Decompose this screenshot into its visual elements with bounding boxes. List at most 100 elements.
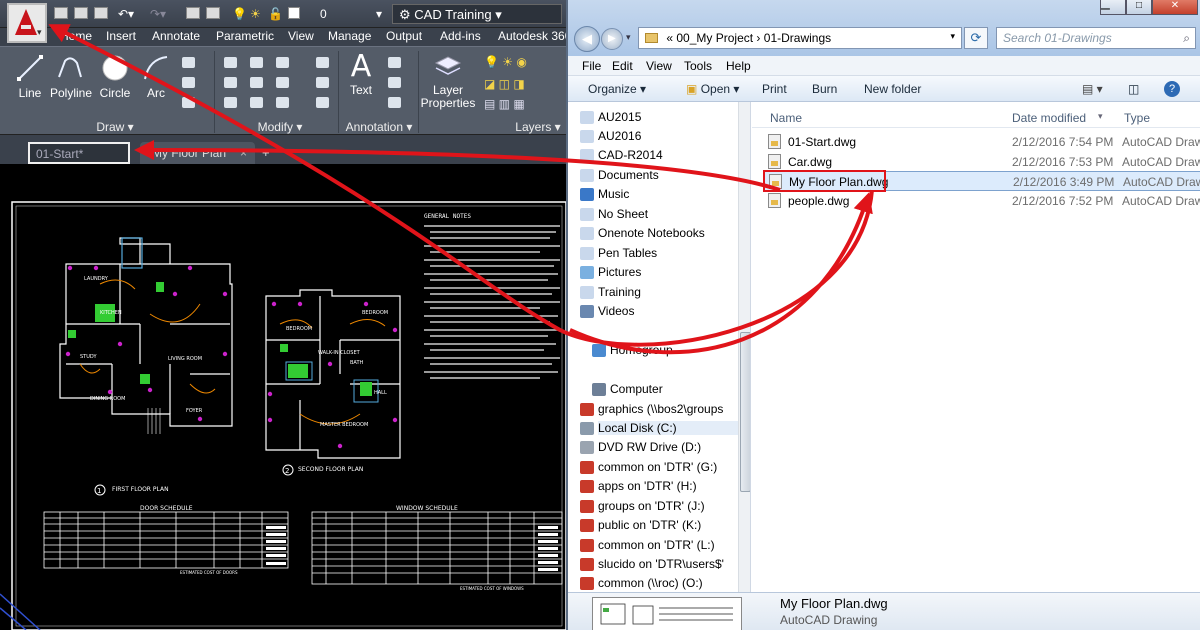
menu-tools[interactable]: Tools — [684, 59, 712, 73]
breadcrumb-my-project[interactable]: 00_My Project — [676, 31, 753, 45]
panel-modify[interactable]: Modify ▾ — [240, 120, 320, 135]
mirror-icon[interactable] — [250, 77, 263, 88]
view-options-icon[interactable]: ▤ ▾ — [1082, 82, 1103, 96]
new-folder-button[interactable]: New folder — [864, 82, 921, 96]
open-icon[interactable] — [74, 7, 88, 19]
rectangle-icon[interactable] — [182, 57, 195, 68]
move-icon[interactable] — [224, 57, 237, 68]
chevron-down-icon[interactable]: ▾ — [950, 31, 955, 42]
breadcrumb-drawings[interactable]: 01-Drawings — [764, 31, 831, 45]
fillet-icon[interactable] — [276, 77, 289, 88]
dimension-icon[interactable] — [388, 57, 401, 68]
nav-item[interactable]: AU2016 — [580, 129, 641, 143]
drawing-canvas[interactable]: LAUNDRY KITCHEN LIVING ROOM STUDY DINING… — [0, 164, 566, 630]
menu-help[interactable]: Help — [726, 59, 751, 73]
nav-item[interactable]: common on 'DTR' (L:) — [580, 538, 715, 552]
layer-properties-tool[interactable]: Layer Properties — [420, 51, 476, 110]
workspace-dropdown[interactable]: ⚙ CAD Training ▾ — [392, 4, 562, 24]
nav-item[interactable]: graphics (\\bos2\groups — [580, 402, 723, 416]
nav-item[interactable]: Pictures — [580, 265, 641, 279]
nav-item[interactable]: Homegroup — [592, 343, 673, 357]
maximize-button[interactable]: □ — [1126, 0, 1152, 15]
nav-item[interactable]: slucido on 'DTR\users$' — [580, 557, 724, 571]
layer-on-icon[interactable]: 💡 — [232, 7, 247, 21]
nav-item[interactable]: CAD-R2014 — [580, 148, 663, 162]
leader-icon[interactable] — [388, 77, 401, 88]
tab-autodesk-360[interactable]: Autodesk 360 — [498, 29, 566, 43]
nav-item[interactable]: DVD RW Drive (D:) — [580, 440, 701, 454]
column-type[interactable]: Type — [1124, 111, 1150, 125]
layer-tools-icon[interactable]: ▤ ▥ ▦ — [484, 97, 525, 111]
close-button[interactable]: ✕ — [1152, 0, 1198, 15]
panel-layers[interactable]: Layers ▾ — [510, 120, 566, 135]
match-properties-icon[interactable] — [206, 7, 220, 19]
plot-icon[interactable] — [186, 7, 200, 19]
chevron-down-icon[interactable]: ▾ — [1098, 111, 1103, 122]
nav-item[interactable]: Training — [580, 285, 641, 299]
nav-item[interactable]: Videos — [580, 304, 634, 318]
nav-item[interactable]: Pen Tables — [580, 246, 657, 260]
nav-item[interactable]: AU2015 — [580, 110, 641, 124]
tab-parametric[interactable]: Parametric — [216, 29, 274, 43]
doc-tab-01-start[interactable]: 01-Start* — [28, 142, 130, 164]
minimize-button[interactable]: – — [1100, 0, 1126, 17]
tab-add-ins[interactable]: Add-ins — [440, 29, 481, 43]
arc-tool[interactable]: Arc — [140, 53, 172, 100]
file-row[interactable]: My Floor Plan.dwg 2/12/2016 3:49 PM AutoCA… — [763, 170, 1200, 192]
hatch-icon[interactable] — [182, 77, 195, 88]
redo-icon[interactable]: ↷▾ — [150, 7, 166, 21]
panel-annotation[interactable]: Annotation ▾ — [340, 120, 418, 135]
help-icon[interactable]: ? — [1164, 81, 1180, 97]
nav-item[interactable]: Documents — [580, 168, 659, 182]
copy-icon[interactable] — [224, 77, 237, 88]
tab-insert[interactable]: Insert — [106, 29, 136, 43]
layer-value[interactable]: 0 — [320, 7, 327, 21]
print-button[interactable]: Print — [762, 82, 787, 96]
nav-item[interactable]: common (\\roc) (O:) — [580, 576, 703, 590]
scrollbar-thumb[interactable] — [740, 332, 750, 492]
tab-view[interactable]: View — [288, 29, 314, 43]
text-tool[interactable]: A Text — [344, 51, 378, 98]
file-row[interactable]: Car.dwg 2/12/2016 7:53 PM AutoCAD Drawing — [764, 152, 1200, 172]
nav-item[interactable]: Music — [580, 187, 629, 201]
rotate-icon[interactable] — [250, 57, 263, 68]
layer-lock-icon[interactable]: 🔓 — [268, 7, 283, 21]
refresh-button[interactable]: ⟳ — [964, 27, 988, 49]
erase-icon[interactable] — [316, 57, 329, 68]
tab-home[interactable]: Home — [60, 29, 92, 43]
organize-button[interactable]: Organize ▾ — [588, 82, 646, 96]
nav-item[interactable]: common on 'DTR' (G:) — [580, 460, 717, 474]
bulb-icon[interactable]: 💡 ☀ ◉ — [484, 55, 527, 69]
menu-edit[interactable]: Edit — [612, 59, 633, 73]
tab-output[interactable]: Output — [386, 29, 422, 43]
file-row[interactable]: people.dwg 2/12/2016 7:52 PM AutoCAD Drawi… — [764, 191, 1200, 211]
save-icon[interactable] — [94, 7, 108, 19]
search-input[interactable]: Search 01-Drawings ⌕ — [996, 27, 1196, 49]
address-bar[interactable]: « 00_My Project › 01-Drawings ▾ — [638, 27, 962, 49]
nav-item[interactable]: Computer — [592, 382, 663, 396]
file-row[interactable]: 01-Start.dwg 2/12/2016 7:54 PM AutoCAD Dra… — [764, 132, 1200, 152]
nav-item[interactable]: apps on 'DTR' (H:) — [580, 479, 697, 493]
layer-state-icon[interactable]: ◪ ◫ ◨ — [484, 77, 525, 91]
burn-button[interactable]: Burn — [812, 82, 837, 96]
offset-icon[interactable] — [316, 97, 329, 108]
table-icon[interactable] — [388, 97, 401, 108]
nav-item[interactable]: Local Disk (C:) — [580, 421, 748, 435]
menu-file[interactable]: File — [582, 59, 601, 73]
doc-tab-my-floor-plan[interactable]: My Floor Plan × — [140, 142, 255, 164]
chevron-down-icon[interactable]: ▾ — [376, 7, 382, 21]
nav-scrollbar[interactable] — [738, 102, 750, 592]
new-tab-button[interactable]: + — [262, 145, 270, 160]
forward-button[interactable]: ▶ — [601, 28, 623, 50]
nav-item[interactable]: public on 'DTR' (K:) — [580, 518, 701, 532]
line-tool[interactable]: Line — [14, 53, 46, 100]
new-icon[interactable] — [54, 7, 68, 19]
trim-icon[interactable] — [276, 57, 289, 68]
preview-pane-icon[interactable]: ◫ — [1128, 82, 1139, 96]
stretch-icon[interactable] — [224, 97, 237, 108]
undo-icon[interactable]: ↶▾ — [118, 7, 134, 21]
layer-thaw-icon[interactable]: ☀ — [250, 7, 261, 21]
region-icon[interactable] — [182, 97, 195, 108]
array-icon[interactable] — [276, 97, 289, 108]
open-button[interactable]: ▣ Open ▾ — [686, 82, 739, 96]
